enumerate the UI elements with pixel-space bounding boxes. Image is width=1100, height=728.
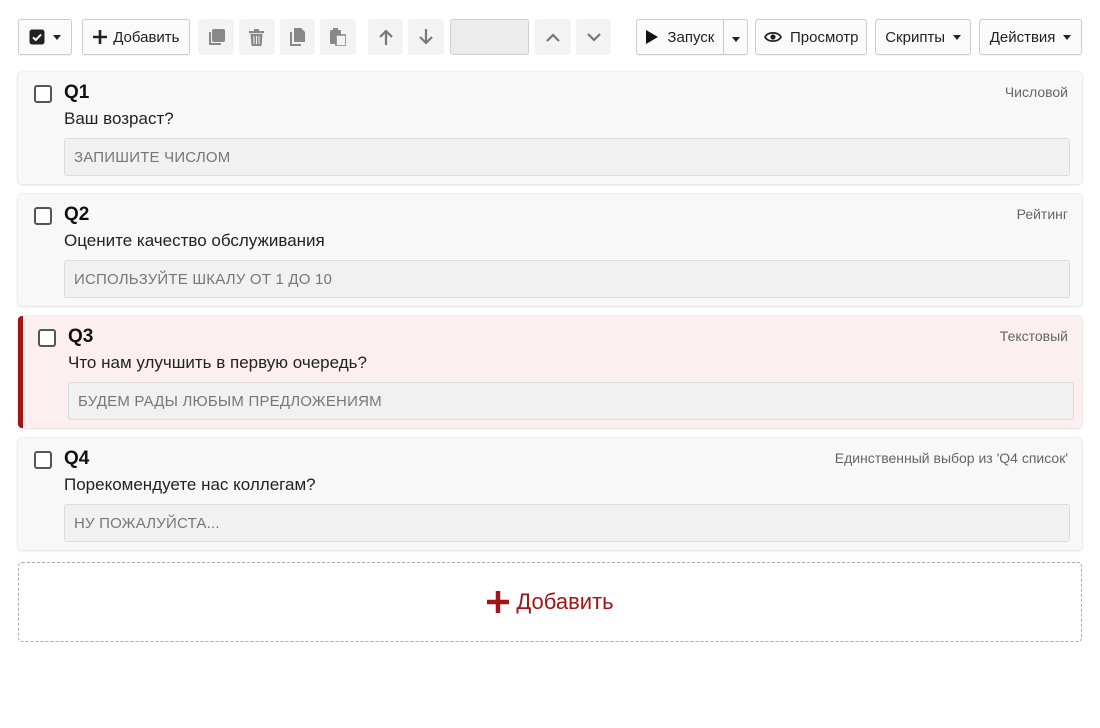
duplicate-button[interactable] bbox=[279, 19, 316, 55]
survey-editor: Добавить Запуск Просмотр Скрипты Действи… bbox=[0, 0, 1100, 728]
answer-input[interactable]: ЗАПИШИТЕ ЧИСЛОМ bbox=[64, 138, 1070, 176]
answer-input[interactable]: ИСПОЛЬЗУЙТЕ ШКАЛУ ОТ 1 ДО 10 bbox=[64, 260, 1070, 298]
add-question-label: Добавить bbox=[516, 589, 614, 614]
question-checkbox[interactable] bbox=[34, 451, 52, 469]
prev-button[interactable] bbox=[535, 19, 571, 55]
delete-button[interactable] bbox=[238, 19, 275, 55]
run-dropdown-button[interactable] bbox=[724, 19, 749, 55]
question-card-q4[interactable]: Q4 Единственный выбор из 'Q4 список' Пор… bbox=[18, 438, 1082, 550]
answer-input[interactable]: НУ ПОЖАЛУЙСТА... bbox=[64, 504, 1070, 542]
move-up-button[interactable] bbox=[367, 19, 404, 55]
run-button[interactable]: Запуск bbox=[636, 19, 725, 55]
run-button-label: Запуск bbox=[667, 28, 715, 46]
paste-button[interactable] bbox=[320, 19, 356, 55]
run-split-button: Запуск bbox=[636, 19, 749, 55]
question-type: Текстовый bbox=[999, 328, 1068, 344]
caret-down-icon bbox=[731, 29, 740, 46]
answer-input[interactable]: БУДЕМ РАДЫ ЛЮБЫМ ПРЕДЛОЖЕНИЯМ bbox=[68, 382, 1074, 420]
question-checkbox[interactable] bbox=[34, 85, 52, 103]
scripts-dropdown-label: Скрипты bbox=[885, 28, 946, 46]
arrow-down-icon bbox=[419, 29, 433, 45]
eye-icon bbox=[764, 31, 783, 43]
scripts-dropdown[interactable]: Скрипты bbox=[875, 19, 972, 55]
caret-down-icon bbox=[53, 34, 62, 40]
duplicate-icon bbox=[289, 28, 306, 46]
checkbox-icon bbox=[29, 29, 45, 45]
question-id: Q3 bbox=[68, 326, 94, 347]
question-text: Порекомендуете нас коллегам? bbox=[64, 475, 316, 494]
chevron-up-icon bbox=[546, 32, 560, 42]
question-card-q3[interactable]: Q3 Текстовый Что нам улучшить в первую о… bbox=[18, 316, 1082, 428]
arrow-up-icon bbox=[378, 29, 393, 45]
caret-down-icon bbox=[1063, 34, 1072, 40]
actions-dropdown[interactable]: Действия bbox=[979, 19, 1082, 55]
question-checkbox[interactable] bbox=[38, 329, 56, 347]
play-icon bbox=[646, 30, 659, 44]
question-type: Рейтинг bbox=[1016, 206, 1068, 222]
next-button[interactable] bbox=[575, 19, 612, 55]
caret-down-icon bbox=[953, 34, 962, 40]
question-id: Q2 bbox=[64, 204, 90, 225]
toolbar: Добавить Запуск Просмотр Скрипты Действи… bbox=[18, 18, 1082, 56]
preview-button-label: Просмотр bbox=[790, 28, 859, 46]
question-list: Q1 Числовой Ваш возраст? ЗАПИШИТЕ ЧИСЛОМ… bbox=[18, 72, 1082, 550]
question-type: Числовой bbox=[1004, 84, 1068, 100]
question-text: Ваш возраст? bbox=[64, 109, 174, 128]
move-down-button[interactable] bbox=[408, 19, 444, 55]
plus-icon bbox=[486, 590, 510, 614]
chevron-down-icon bbox=[586, 32, 601, 42]
question-checkbox[interactable] bbox=[34, 207, 52, 225]
copy-button[interactable] bbox=[198, 19, 234, 55]
add-button-label: Добавить bbox=[113, 28, 180, 46]
add-question-zone[interactable]: Добавить bbox=[18, 562, 1082, 642]
actions-dropdown-label: Действия bbox=[989, 28, 1056, 46]
position-input[interactable] bbox=[450, 19, 530, 55]
plus-icon bbox=[93, 30, 108, 44]
add-button[interactable]: Добавить bbox=[82, 19, 191, 55]
preview-button[interactable]: Просмотр bbox=[755, 19, 868, 55]
copy-icon bbox=[208, 28, 225, 46]
question-card-q1[interactable]: Q1 Числовой Ваш возраст? ЗАПИШИТЕ ЧИСЛОМ bbox=[18, 72, 1082, 184]
question-type: Единственный выбор из 'Q4 список' bbox=[834, 450, 1068, 466]
question-text: Оцените качество обслуживания bbox=[64, 231, 325, 250]
question-card-q2[interactable]: Q2 Рейтинг Оцените качество обслуживания… bbox=[18, 194, 1082, 306]
paste-icon bbox=[329, 28, 346, 46]
trash-icon bbox=[249, 28, 265, 46]
question-id: Q1 bbox=[64, 82, 90, 103]
select-all-dropdown[interactable] bbox=[18, 19, 73, 55]
question-text: Что нам улучшить в первую очередь? bbox=[68, 353, 367, 372]
